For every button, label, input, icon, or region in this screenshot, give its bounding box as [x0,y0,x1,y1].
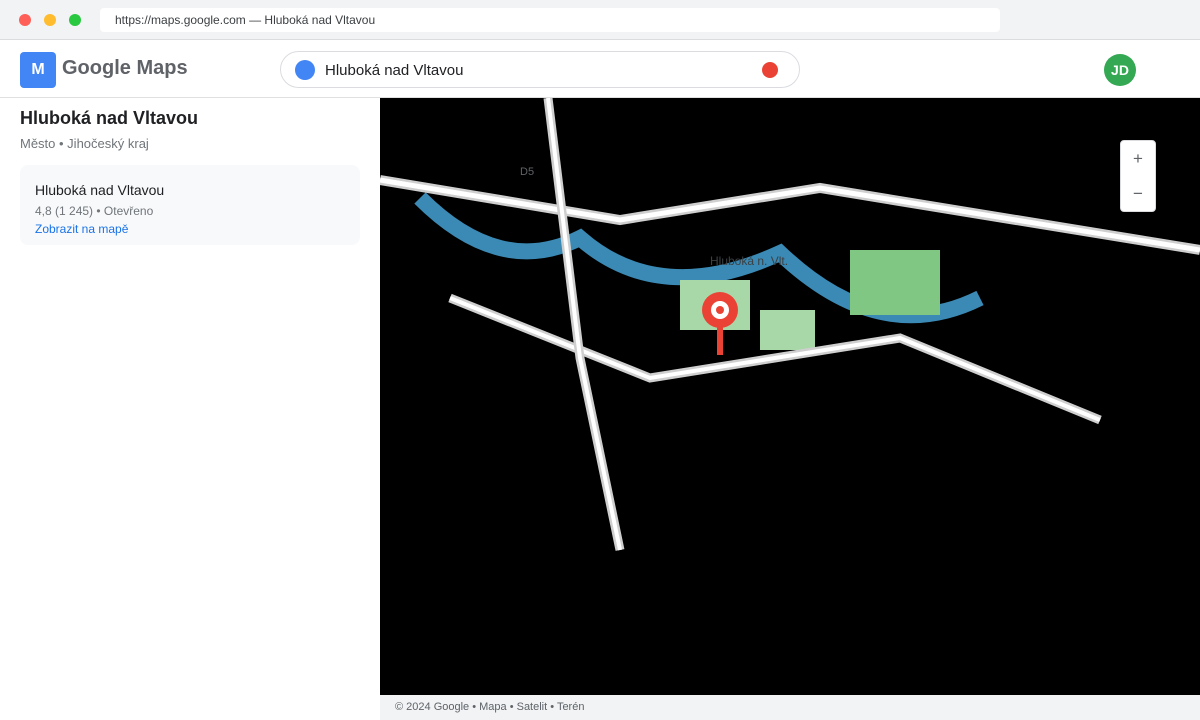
park-area [760,310,815,350]
window-maximize-button[interactable] [69,14,81,26]
browser-chrome: https://maps.google.com — Hluboká nad Vl… [0,0,1200,40]
zoom-out-button[interactable]: − [1121,176,1155,211]
place-title: Hluboká nad Vltavou [20,108,199,128]
place-card[interactable]: Hluboká nad Vltavou 4,8 (1 245) • Otevře… [20,165,360,245]
park-area [850,250,940,315]
address-bar[interactable]: https://maps.google.com — Hluboká nad Vl… [100,8,1000,32]
show-on-map-link[interactable]: Zobrazit na mapě [35,222,128,236]
road [380,177,1200,253]
side-panel: Hluboká nad Vltavou Město • Jihočeský kr… [0,98,380,720]
search-box[interactable] [280,51,800,88]
brand-title[interactable]: Google Maps [62,57,188,80]
place-card-title: Hluboká nad Vltavou [35,182,165,198]
place-label: Hluboká n. Vlt. [710,254,788,268]
search-input[interactable] [325,58,745,82]
window-minimize-button[interactable] [44,14,56,26]
search-icon [295,60,315,80]
zoom-in-button[interactable]: + [1121,141,1155,176]
app-header: M Google Maps JD [0,40,1200,98]
road-outline [543,98,625,551]
user-avatar[interactable]: JD [1104,54,1136,86]
zoom-control: + − [1120,140,1156,212]
map-footer: © 2024 Google • Mapa • Satelit • Terén [380,695,1200,720]
map-canvas[interactable]: D5 Hluboká n. Vlt. + − [380,98,1200,695]
place-subtitle: Město • Jihočeský kraj [20,136,149,151]
voice-search-icon[interactable] [762,62,778,78]
map-layer: D5 Hluboká n. Vlt. [380,98,1200,551]
window-close-button[interactable] [19,14,31,26]
maps-logo-icon[interactable]: M [20,52,56,88]
road-label: D5 [520,166,534,178]
place-card-rating: 4,8 (1 245) • Otevřeno [35,204,154,218]
